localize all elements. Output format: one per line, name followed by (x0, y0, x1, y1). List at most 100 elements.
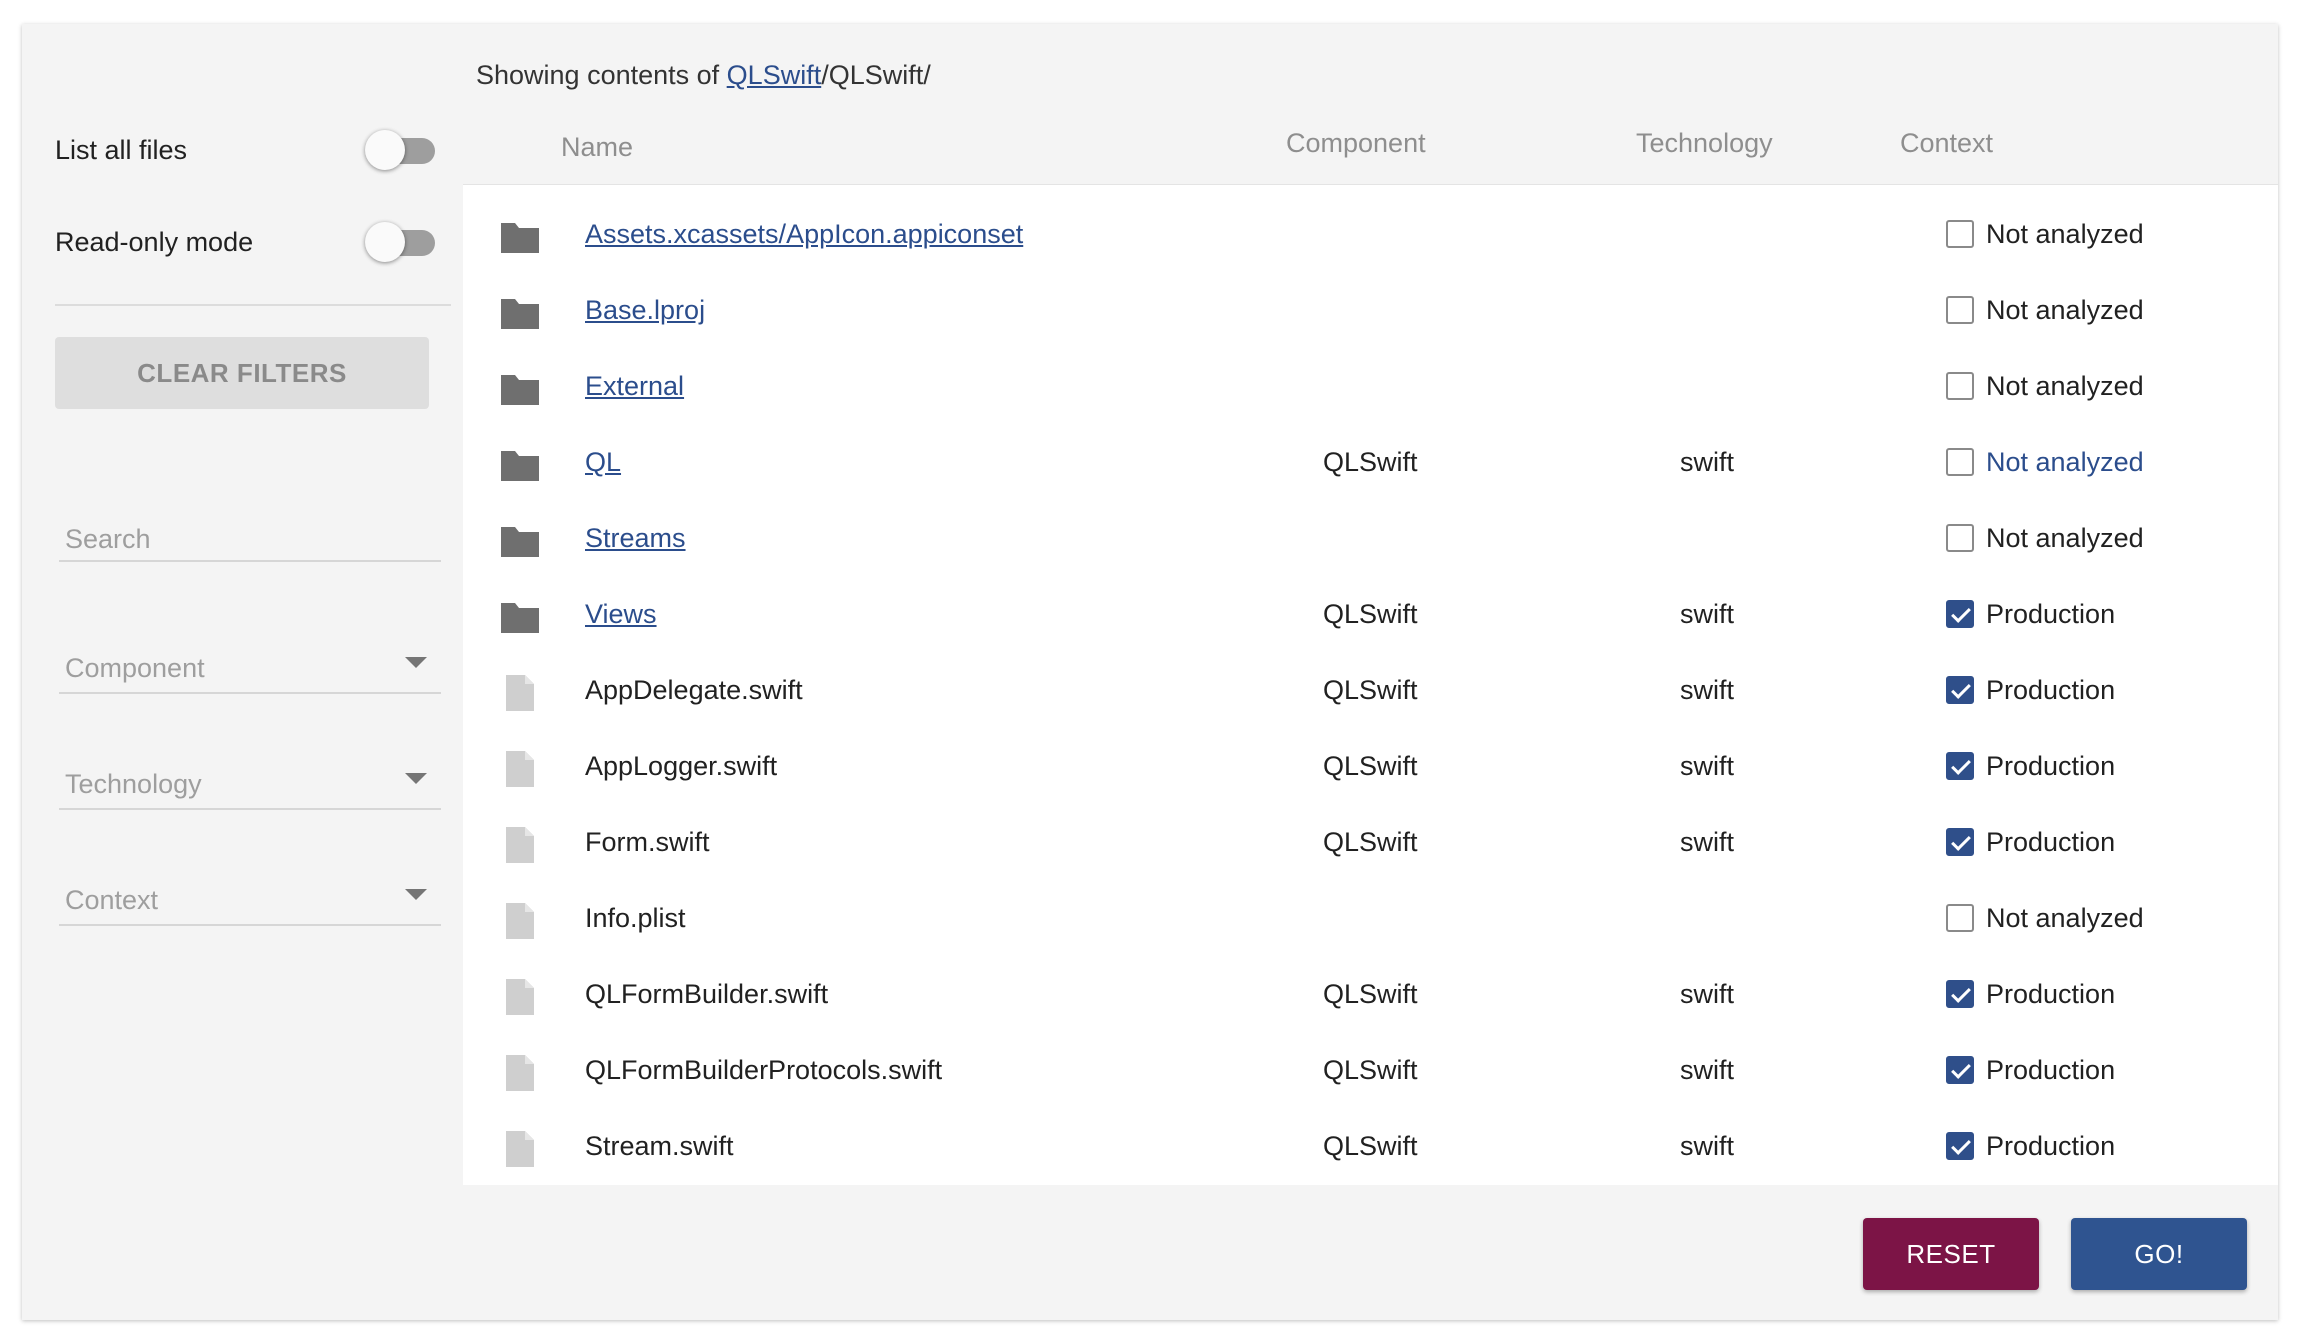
column-header-context[interactable]: Context (1900, 128, 1993, 159)
component-cell: QLSwift (1323, 1055, 1418, 1085)
list-all-files-toggle[interactable] (365, 130, 435, 170)
context-select[interactable]: Context (59, 868, 441, 926)
technology-select-label: Technology (65, 769, 202, 799)
list-all-files-row: List all files (55, 120, 435, 180)
context-cell[interactable]: Not analyzed (1946, 367, 2144, 405)
context-select-label: Context (65, 885, 159, 915)
file-icon (504, 1129, 546, 1167)
toggle-thumb (365, 130, 405, 170)
context-checkbox[interactable] (1946, 752, 1974, 780)
technology-cell: swift (1680, 599, 1734, 629)
context-label: Not analyzed (1986, 522, 2144, 553)
column-header-name[interactable]: Name (561, 132, 633, 163)
context-checkbox[interactable] (1946, 220, 1974, 248)
table-row: AppDelegate.swift QLSwift swift Production (463, 655, 2278, 731)
component-cell: QLSwift (1323, 599, 1418, 629)
breadcrumb-prefix: Showing contents of (476, 60, 727, 90)
context-checkbox[interactable] (1946, 296, 1974, 324)
component-cell: QLSwift (1323, 675, 1418, 705)
reset-button[interactable]: RESET (1863, 1218, 2039, 1290)
file-name: QLFormBuilderProtocols.swift (585, 1055, 943, 1085)
context-checkbox[interactable] (1946, 372, 1974, 400)
context-checkbox[interactable] (1946, 828, 1974, 856)
file-name: Form.swift (585, 827, 710, 857)
context-label: Production (1986, 750, 2116, 781)
context-checkbox[interactable] (1946, 1056, 1974, 1084)
folder-icon (499, 295, 541, 331)
table-row: QLFormBuilder.swift QLSwift swift Productio… (463, 959, 2278, 1035)
technology-cell: swift (1680, 751, 1734, 781)
file-name: QLFormBuilder.swift (585, 979, 829, 1009)
chevron-down-icon (405, 657, 427, 668)
context-cell[interactable]: Production (1946, 975, 2115, 1013)
sidebar-divider (55, 304, 451, 306)
technology-cell: swift (1680, 447, 1734, 477)
table-row: Info.plist Not analyzed (463, 883, 2278, 959)
folder-link[interactable]: Base.lproj (585, 295, 705, 326)
table-row: Streams Not analyzed (463, 503, 2278, 579)
breadcrumb: Showing contents of QLSwift/QLSwift/ (476, 60, 931, 91)
file-name: AppLogger.swift (585, 751, 778, 781)
technology-cell: swift (1680, 1131, 1734, 1161)
context-cell[interactable]: Production (1946, 823, 2115, 861)
table-row: AppLogger.swift QLSwift swift Production (463, 731, 2278, 807)
table-row: External Not analyzed (463, 351, 2278, 427)
context-cell[interactable]: Not analyzed (1946, 291, 2144, 329)
context-checkbox[interactable] (1946, 980, 1974, 1008)
context-cell[interactable]: Production (1946, 1051, 2115, 1089)
file-icon (504, 901, 546, 939)
context-checkbox[interactable] (1946, 448, 1974, 476)
file-name: AppDelegate.swift (585, 675, 803, 705)
table-row: Form.swift QLSwift swift Production (463, 807, 2278, 883)
context-cell[interactable]: Production (1946, 671, 2115, 709)
file-icon (504, 825, 546, 863)
context-checkbox[interactable] (1946, 676, 1974, 704)
column-header-technology[interactable]: Technology (1636, 128, 1773, 159)
context-checkbox[interactable] (1946, 1132, 1974, 1160)
read-only-mode-toggle[interactable] (365, 222, 435, 262)
folder-link[interactable]: Views (585, 599, 657, 630)
context-checkbox[interactable] (1946, 600, 1974, 628)
column-header-component[interactable]: Component (1286, 128, 1426, 159)
technology-cell: swift (1680, 979, 1734, 1009)
component-cell: QLSwift (1323, 751, 1418, 781)
table-row: Assets.xcassets/AppIcon.appiconset Not an… (463, 199, 2278, 275)
component-cell: QLSwift (1323, 979, 1418, 1009)
folder-link[interactable]: External (585, 371, 684, 402)
folder-icon (499, 599, 541, 635)
context-cell[interactable]: Not analyzed (1946, 215, 2144, 253)
context-label: Production (1986, 1054, 2116, 1085)
folder-link[interactable]: QL (585, 447, 621, 478)
file-icon (504, 1053, 546, 1091)
technology-select[interactable]: Technology (59, 752, 441, 810)
technology-cell: swift (1680, 1055, 1734, 1085)
context-cell[interactable]: Production (1946, 1127, 2115, 1165)
search-field (59, 504, 441, 562)
context-label: Production (1986, 978, 2116, 1009)
context-cell[interactable]: Not analyzed (1946, 443, 2144, 481)
file-browser-panel: List all files Read-only mode CLEAR FILT… (22, 24, 2278, 1320)
table-row: Views QLSwift swift Production (463, 579, 2278, 655)
context-cell[interactable]: Production (1946, 747, 2115, 785)
go-button[interactable]: GO! (2071, 1218, 2247, 1290)
context-label: Production (1986, 826, 2116, 857)
file-table: Assets.xcassets/AppIcon.appiconset Not an… (463, 184, 2278, 1185)
folder-link[interactable]: Streams (585, 523, 686, 554)
context-cell[interactable]: Not analyzed (1946, 899, 2144, 937)
folder-icon (499, 219, 541, 255)
context-label: Not analyzed (1986, 902, 2144, 933)
context-label: Production (1986, 598, 2116, 629)
technology-cell: swift (1680, 827, 1734, 857)
clear-filters-button[interactable]: CLEAR FILTERS (55, 337, 429, 409)
context-label: Not analyzed (1986, 294, 2144, 325)
context-checkbox[interactable] (1946, 524, 1974, 552)
context-cell[interactable]: Not analyzed (1946, 519, 2144, 557)
folder-link[interactable]: Assets.xcassets/AppIcon.appiconset (585, 219, 1023, 250)
component-select[interactable]: Component (59, 636, 441, 694)
context-label: Production (1986, 1130, 2116, 1161)
context-cell[interactable]: Production (1946, 595, 2115, 633)
search-input[interactable] (63, 523, 437, 556)
context-checkbox[interactable] (1946, 904, 1974, 932)
breadcrumb-link-root[interactable]: QLSwift (727, 60, 822, 90)
context-label: Not analyzed (1986, 218, 2144, 249)
